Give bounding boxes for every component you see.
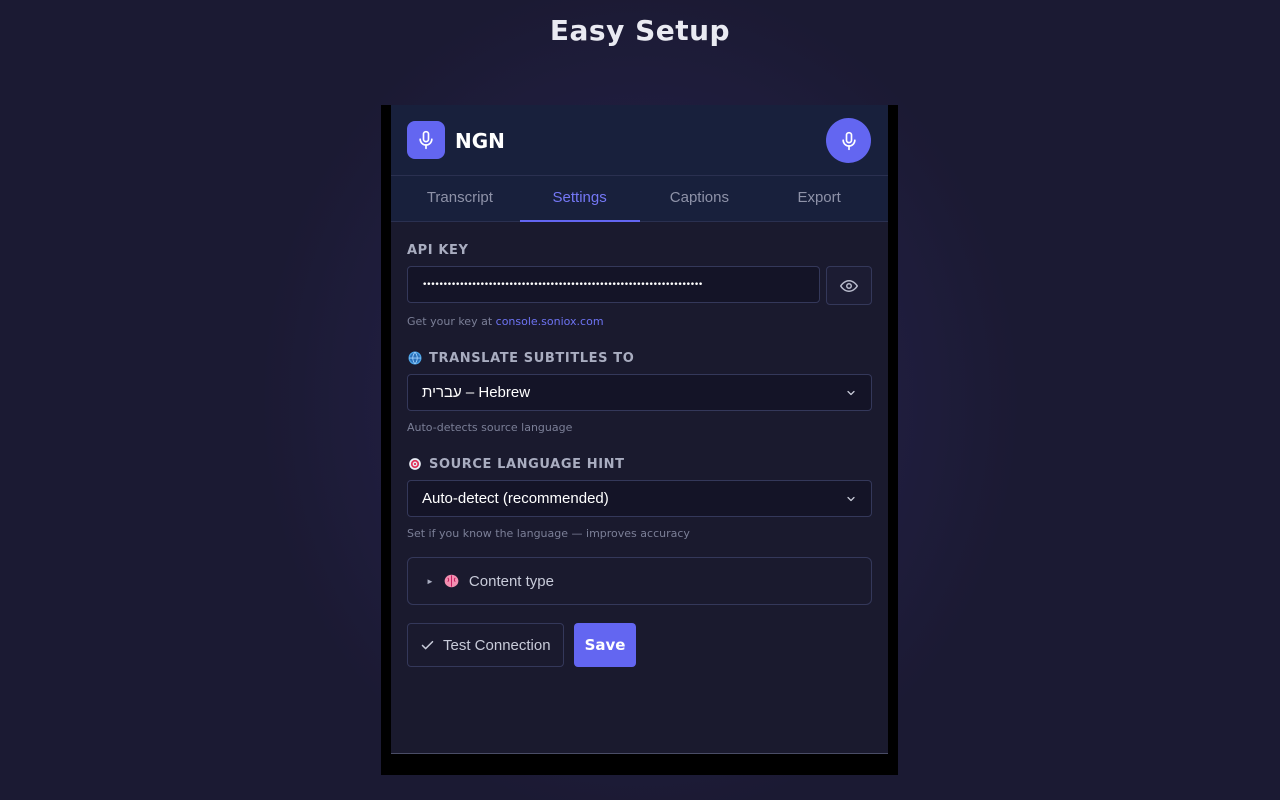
api-key-hint: Get your key at console.soniox.com [407, 315, 872, 329]
globe-icon [407, 350, 423, 366]
source-hint: Set if you know the language — improves … [407, 527, 690, 540]
chevron-down-icon [847, 496, 855, 501]
check-icon [421, 640, 434, 649]
api-key-label-text: API KEY [407, 242, 469, 258]
microphone-icon [841, 131, 856, 150]
app-name: NGN [455, 129, 505, 153]
save-button[interactable]: Save [573, 623, 637, 667]
soniox-console-link[interactable]: console.soniox.com [496, 315, 604, 328]
eye-icon [840, 279, 858, 292]
translate-hint: Auto-detects source language [407, 421, 573, 434]
content-type-toggle[interactable]: ► Content type [407, 557, 872, 605]
tab-bar: Transcript Settings Captions Export [391, 176, 888, 222]
extension-frame: NGN Transcript Settings Captions Export … [381, 105, 898, 775]
source-selected-value: Auto-detect (recommended) [422, 490, 609, 507]
record-button[interactable] [826, 118, 871, 163]
settings-content: API KEY ••••••••••••••••••••••••••••••••… [391, 222, 888, 667]
api-key-input[interactable]: ••••••••••••••••••••••••••••••••••••••••… [407, 266, 820, 303]
source-language-select[interactable]: Auto-detect (recommended) [407, 480, 872, 517]
translate-label-text: TRANSLATE SUBTITLES TO [429, 350, 635, 366]
content-type-label: Content type [468, 572, 554, 590]
app-header: NGN [391, 105, 888, 176]
action-buttons: Test Connection Save [407, 623, 872, 667]
tab-export[interactable]: Export [759, 176, 879, 221]
translate-language-select[interactable]: עברית – Hebrew [407, 374, 872, 411]
toggle-visibility-button[interactable] [826, 266, 872, 305]
source-label: SOURCE LANGUAGE HINT [407, 456, 872, 472]
tab-transcript[interactable]: Transcript [400, 176, 520, 221]
api-key-hint-text: Get your key at [407, 315, 496, 328]
tab-settings[interactable]: Settings [519, 176, 640, 222]
tab-captions[interactable]: Captions [640, 176, 760, 221]
api-key-label: API KEY [407, 242, 872, 258]
translate-label: TRANSLATE SUBTITLES TO [407, 350, 872, 366]
source-label-text: SOURCE LANGUAGE HINT [429, 456, 625, 472]
app-logo [407, 121, 445, 159]
caret-right-icon: ► [426, 576, 434, 586]
test-connection-label: Test Connection [443, 636, 551, 654]
target-icon [407, 456, 423, 472]
api-key-row: ••••••••••••••••••••••••••••••••••••••••… [407, 266, 872, 305]
settings-panel: NGN Transcript Settings Captions Export … [391, 105, 888, 754]
microphone-icon [419, 130, 433, 150]
brain-icon [444, 574, 459, 588]
translate-selected-value: עברית – Hebrew [422, 384, 531, 401]
page-title: Easy Setup [549, 14, 731, 47]
chevron-down-icon [847, 390, 855, 395]
test-connection-button[interactable]: Test Connection [407, 623, 564, 667]
